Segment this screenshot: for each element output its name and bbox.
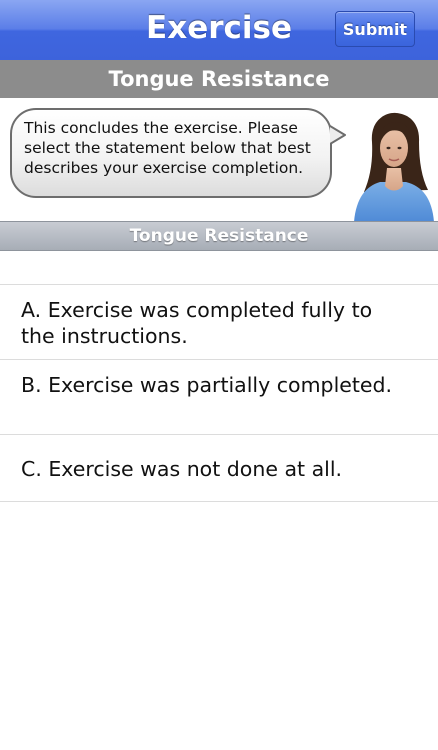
exercise-name-header: Tongue Resistance [0, 60, 438, 98]
submit-button[interactable]: Submit [335, 11, 415, 47]
option-not-done[interactable]: C. Exercise was not done at all. [0, 434, 438, 502]
exercise-subheader: Tongue Resistance [0, 221, 438, 251]
instructor-avatar [354, 112, 434, 222]
navigation-bar: Exercise Submit [0, 0, 438, 61]
option-completed-fully[interactable]: A. Exercise was completed fully to the i… [0, 284, 438, 359]
completion-options-list: A. Exercise was completed fully to the i… [0, 284, 438, 502]
speech-bubble: This concludes the exercise. Please sele… [10, 108, 332, 198]
speech-bubble-tail [330, 125, 346, 145]
option-partially-completed[interactable]: B. Exercise was partially completed. [0, 359, 438, 434]
